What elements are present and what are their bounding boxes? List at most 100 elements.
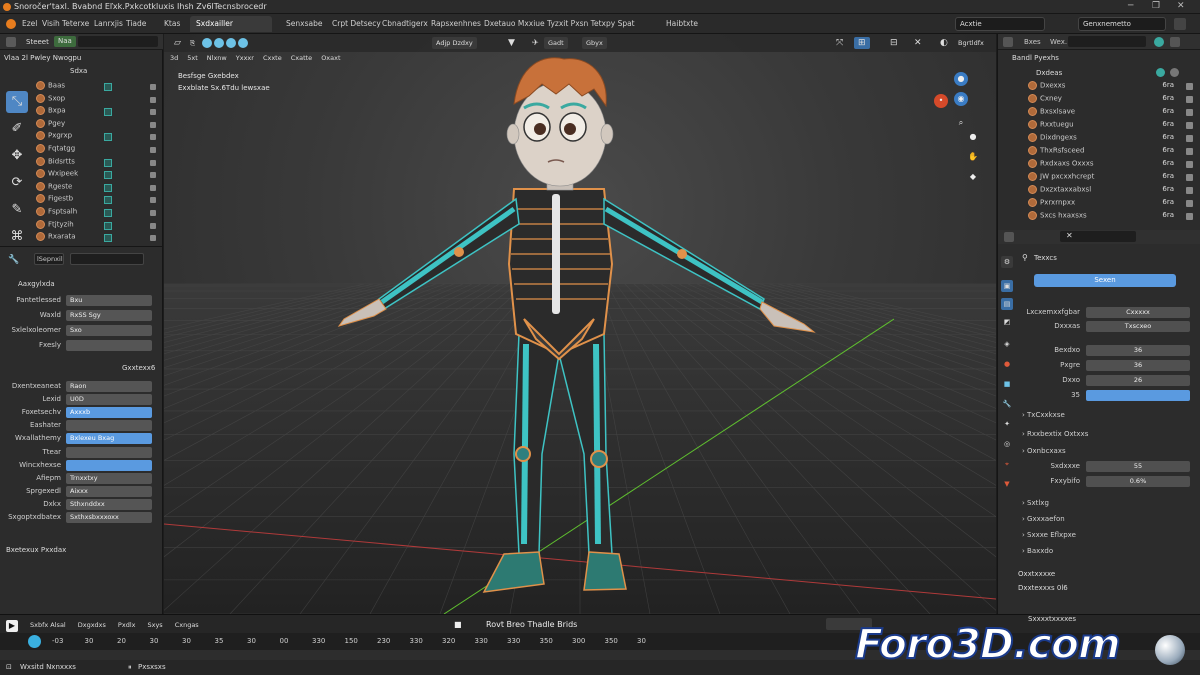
- play-icon[interactable]: ▶: [6, 620, 18, 632]
- minimize-icon[interactable]: ─: [1128, 1, 1133, 11]
- view-menu-item[interactable]: Yxxxr: [236, 54, 254, 62]
- menu-help[interactable]: Tiade: [126, 19, 146, 28]
- panel-section-header[interactable]: › Baxxdo: [1022, 547, 1053, 555]
- primary-button[interactable]: Sexen: [1034, 274, 1176, 287]
- props-tab-field[interactable]: lSepnxil: [34, 253, 64, 265]
- pin-icon[interactable]: ✈: [528, 37, 543, 49]
- prop-field[interactable]: Axxxb: [66, 407, 152, 419]
- tool-tab-icon[interactable]: ⚙: [1001, 256, 1013, 268]
- header-field-1[interactable]: Adjp Dzdxy: [432, 37, 477, 49]
- shading-material-icon[interactable]: [226, 38, 236, 48]
- prop-field[interactable]: Bxlexeu Bxag: [66, 433, 152, 445]
- right-search-input[interactable]: [1068, 36, 1146, 47]
- outliner-item[interactable]: Bidsrtts: [36, 156, 75, 169]
- filter-icon[interactable]: ▼: [504, 37, 519, 49]
- menu-edit[interactable]: Visih: [42, 19, 60, 28]
- prop-field[interactable]: Bxu: [66, 295, 152, 306]
- prop-field[interactable]: Sxo: [66, 325, 152, 336]
- outliner-item[interactable]: Ftjtyzih: [36, 219, 74, 232]
- panel-section-header[interactable]: › TxCxxkxse: [1022, 411, 1065, 419]
- properties-search-input[interactable]: ✕: [1060, 231, 1136, 242]
- menu-file[interactable]: Ezel: [22, 19, 37, 28]
- visibility-eye-icon[interactable]: [1186, 161, 1193, 168]
- view-layer-tab-icon[interactable]: ◩: [1001, 316, 1013, 328]
- right-tab-1[interactable]: Bxes: [1024, 38, 1041, 46]
- nav-gizmo-icon[interactable]: ●: [954, 72, 968, 86]
- zoom-icon[interactable]: ⌕: [954, 116, 968, 130]
- visibility-eye-icon[interactable]: [150, 184, 156, 191]
- outliner-item[interactable]: Pgey: [36, 118, 65, 131]
- shading-wire-icon[interactable]: [202, 38, 212, 48]
- visibility-eye-icon[interactable]: [150, 109, 156, 116]
- viewport-editor-icon[interactable]: ▱: [170, 37, 185, 49]
- shading-sphere-icon[interactable]: ◐: [936, 37, 952, 49]
- prop-field[interactable]: [66, 420, 152, 432]
- scene-tab-icon[interactable]: ◈: [1001, 338, 1013, 350]
- prop-field[interactable]: [66, 446, 152, 458]
- menu-window[interactable]: Lanrxjis: [94, 19, 123, 28]
- timeline-menu-item[interactable]: Pxdlx: [118, 621, 136, 629]
- prop-field[interactable]: [66, 340, 152, 351]
- timeline-menu-item[interactable]: Sxbfx Alsal: [30, 621, 66, 629]
- props-pin-icon[interactable]: ⚲: [1022, 253, 1028, 262]
- right-outliner-item[interactable]: Bxsxlsave 6ra: [1028, 107, 1198, 119]
- right-outliner-item[interactable]: Rxxtuegu 6ra: [1028, 120, 1198, 132]
- props-search-input[interactable]: [70, 253, 144, 265]
- viewport-right-label[interactable]: Bgrtldfx: [954, 37, 988, 49]
- right-outliner-item[interactable]: Sxcs hxaxsxs 6ra: [1028, 211, 1198, 223]
- outliner-item[interactable]: Bxpa: [36, 106, 66, 118]
- right-outliner-item[interactable]: ThxRsfsceed 6ra: [1028, 146, 1198, 158]
- move-tool-icon[interactable]: ✥: [6, 145, 28, 167]
- shading-wire2-icon[interactable]: ✕: [910, 37, 926, 49]
- prop-field[interactable]: Raon: [66, 381, 152, 392]
- right-outliner-item[interactable]: JW pxcxxhcrept 6ra: [1028, 172, 1198, 184]
- ortho-icon[interactable]: ◆: [966, 170, 980, 184]
- mode-tag[interactable]: Naa: [54, 36, 76, 47]
- visibility-eye-icon[interactable]: [150, 84, 156, 90]
- right-prop-field[interactable]: 0.6%: [1086, 476, 1190, 487]
- visibility-eye-icon[interactable]: [1186, 187, 1193, 194]
- view-menu-item[interactable]: Oxaxt: [321, 54, 340, 62]
- panel-section-header[interactable]: › Oxnbcxaxs: [1022, 447, 1066, 455]
- visibility-eye-icon[interactable]: [150, 197, 156, 204]
- right-prop-field[interactable]: 55: [1086, 461, 1190, 472]
- right-tab-2[interactable]: Wex.: [1050, 38, 1067, 46]
- viewport-toggle-icon[interactable]: ⎘: [186, 37, 199, 49]
- view-menu-item[interactable]: Cxatte: [291, 54, 312, 62]
- menu-render[interactable]: Teterxe: [62, 19, 89, 28]
- right-prop-field[interactable]: Cxxxxx: [1086, 307, 1190, 318]
- gadt-button[interactable]: Gadt: [544, 37, 568, 49]
- layer-toggle-icon[interactable]: [1174, 18, 1186, 30]
- visibility-eye-icon[interactable]: [1186, 148, 1193, 155]
- panel-section-header[interactable]: › Rxxbextix Oxtxxs: [1022, 430, 1088, 438]
- prop-field[interactable]: Sthxnddxx: [66, 498, 152, 510]
- world-tab-icon[interactable]: ●: [1001, 358, 1013, 370]
- view-menu-item[interactable]: Cxxte: [263, 54, 282, 62]
- close-icon[interactable]: ✕: [1177, 1, 1185, 11]
- object-tab-icon[interactable]: ■: [1001, 378, 1013, 390]
- tab-scripting[interactable]: Haibtxte: [660, 16, 704, 32]
- maximize-icon[interactable]: ❐: [1152, 1, 1160, 11]
- physics-tab-icon[interactable]: ◎: [1001, 438, 1013, 450]
- data-tab-icon[interactable]: ▼: [1001, 478, 1013, 490]
- left-search-input[interactable]: [78, 36, 158, 47]
- output-tab-icon[interactable]: ▤: [1001, 298, 1013, 310]
- timeline-menu-item[interactable]: Dxgxdxs: [78, 621, 106, 629]
- view-layer-selector[interactable]: Genxnemetto: [1078, 17, 1166, 31]
- visibility-eye-icon[interactable]: [1186, 200, 1193, 207]
- visibility-eye-icon[interactable]: [150, 172, 156, 179]
- visibility-eye-icon[interactable]: [1186, 83, 1193, 90]
- outliner-item[interactable]: Wxipeek: [36, 169, 78, 181]
- visibility-eye-icon[interactable]: [150, 222, 156, 229]
- view-menu-item[interactable]: Nlxnw: [207, 54, 227, 62]
- right-prop-field[interactable]: 36: [1086, 345, 1190, 356]
- visibility-eye-icon[interactable]: [1186, 96, 1193, 103]
- rotate-tool-icon[interactable]: ⟳: [6, 172, 28, 194]
- axis-z-icon[interactable]: ◉: [954, 92, 968, 106]
- prop-field[interactable]: U0D: [66, 394, 152, 406]
- outliner-item[interactable]: Fqtatgg: [36, 144, 75, 156]
- right-outliner-item[interactable]: Rxdxaxs Oxxxs 6ra: [1028, 159, 1198, 171]
- pan-icon[interactable]: ●: [966, 130, 980, 144]
- shading-solid-icon[interactable]: [214, 38, 224, 48]
- visibility-eye-icon[interactable]: [150, 210, 156, 216]
